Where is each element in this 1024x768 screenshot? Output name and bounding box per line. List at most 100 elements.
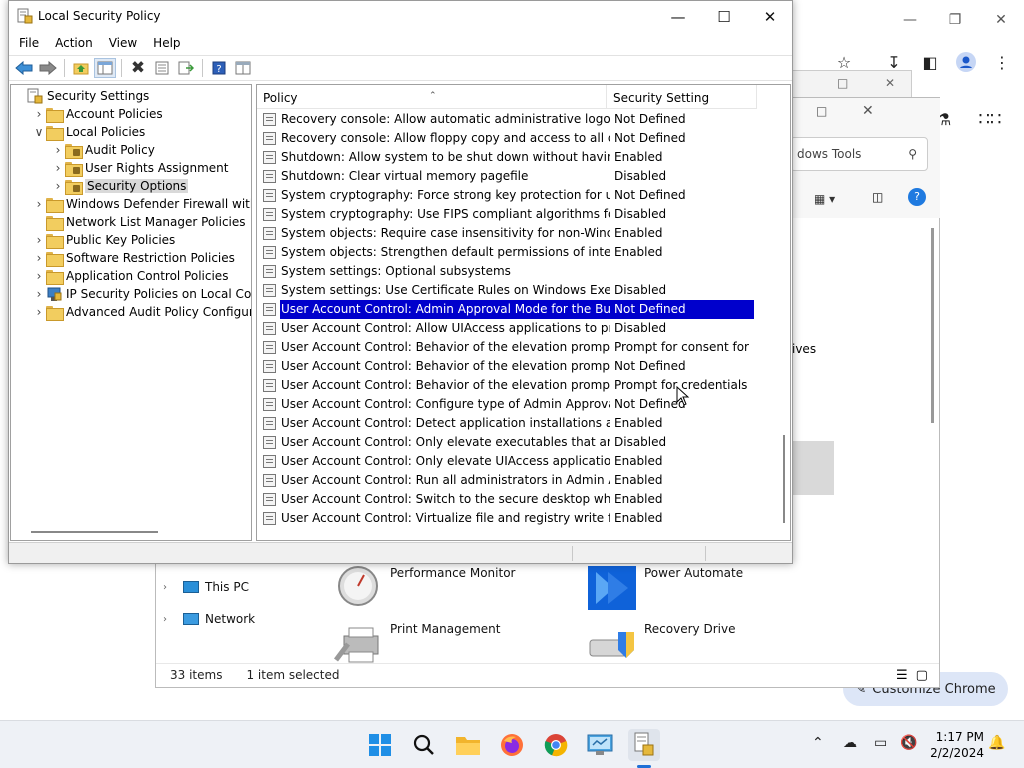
notification-bell-icon[interactable]: 🔔 bbox=[988, 735, 1005, 751]
policy-row[interactable]: Recovery console: Allow automatic admini… bbox=[263, 110, 754, 129]
show-hide-tree-icon[interactable] bbox=[94, 58, 116, 78]
tree-item[interactable]: Network List Manager Policies bbox=[32, 213, 246, 231]
profile-avatar-icon[interactable] bbox=[952, 48, 980, 76]
policy-row[interactable]: System objects: Strengthen default permi… bbox=[263, 243, 754, 262]
tree-item[interactable]: › Security Options bbox=[51, 177, 189, 195]
tree-item[interactable]: › Application Control Policies bbox=[32, 267, 228, 285]
policy-row[interactable]: System cryptography: Use FIPS compliant … bbox=[263, 205, 754, 224]
policy-row[interactable]: User Account Control: Switch to the secu… bbox=[263, 490, 754, 509]
start-icon[interactable] bbox=[364, 729, 396, 761]
policy-row[interactable]: User Account Control: Admin Approval Mod… bbox=[263, 300, 754, 319]
policy-row[interactable]: System settings: Optional subsystems bbox=[263, 262, 754, 281]
policy-row[interactable]: Recovery console: Allow floppy copy and … bbox=[263, 129, 754, 148]
policy-list[interactable]: ⌃ Policy Security Setting Recovery conso… bbox=[256, 84, 791, 541]
column-header-policy[interactable]: ⌃ Policy bbox=[257, 85, 607, 109]
chevron-right-icon[interactable]: › bbox=[32, 287, 46, 301]
system-clock[interactable]: 1:17 PM 2/2/2024 bbox=[928, 729, 984, 761]
help-book-icon[interactable]: ? bbox=[208, 58, 230, 78]
tree-item[interactable]: ∨ Local Policies bbox=[32, 123, 145, 141]
help-icon[interactable]: ? bbox=[908, 188, 926, 206]
vertical-scrollbar[interactable] bbox=[779, 85, 790, 540]
windows-tools-search-box[interactable]: dows Tools ⚲ bbox=[790, 137, 928, 171]
details-view-icon[interactable]: ☰ bbox=[896, 668, 908, 683]
nav-item-this-pc[interactable]: › This PC bbox=[163, 571, 343, 603]
chevron-right-icon[interactable]: › bbox=[32, 233, 46, 247]
tree-item[interactable]: › User Rights Assignment bbox=[51, 159, 228, 177]
chevron-right-icon[interactable]: › bbox=[51, 179, 65, 193]
properties-icon[interactable] bbox=[151, 58, 173, 78]
tree-item[interactable]: › IP Security Policies on Local Compute bbox=[32, 285, 251, 303]
chevron-right-icon[interactable]: › bbox=[32, 197, 46, 211]
chrome-menu-icon[interactable]: ⋮ bbox=[988, 48, 1016, 76]
chevron-down-icon[interactable]: ∨ bbox=[32, 125, 46, 139]
tree-item[interactable]: › Software Restriction Policies bbox=[32, 249, 235, 267]
local-security-policy-taskbar-icon[interactable] bbox=[628, 729, 660, 761]
minimize-button[interactable]: — bbox=[655, 1, 701, 32]
tile-performance-monitor[interactable]: Performance Monitor bbox=[334, 566, 515, 610]
search-icon[interactable] bbox=[408, 729, 440, 761]
forward-arrow-icon[interactable] bbox=[37, 58, 59, 78]
policy-row[interactable]: System objects: Require case insensitivi… bbox=[263, 224, 754, 243]
side-panel-icon[interactable]: ◧ bbox=[916, 48, 944, 76]
chrome-minimize-button[interactable]: — bbox=[887, 5, 933, 35]
chevron-right-icon[interactable]: › bbox=[32, 251, 46, 265]
chevron-right-icon[interactable]: › bbox=[51, 161, 65, 175]
policy-row[interactable]: User Account Control: Only elevate UIAcc… bbox=[263, 452, 754, 471]
display-icon[interactable]: ▭ bbox=[874, 735, 887, 751]
menu-help[interactable]: Help bbox=[145, 32, 188, 54]
mmc-view-icon[interactable] bbox=[232, 58, 254, 78]
control-panel-icon[interactable] bbox=[584, 729, 616, 761]
policy-row[interactable]: System cryptography: Force strong key pr… bbox=[263, 186, 754, 205]
nav-item-network[interactable]: › Network bbox=[163, 603, 343, 635]
policy-row[interactable]: User Account Control: Allow UIAccess app… bbox=[263, 319, 754, 338]
tree-item[interactable]: › Public Key Policies bbox=[32, 231, 175, 249]
chevron-right-icon[interactable]: › bbox=[32, 107, 46, 121]
policy-row[interactable]: User Account Control: Detect application… bbox=[263, 414, 754, 433]
chevron-right-icon[interactable]: › bbox=[51, 143, 65, 157]
policy-row[interactable]: Shutdown: Allow system to be shut down w… bbox=[263, 148, 754, 167]
tile-print-management[interactable]: Print Management bbox=[334, 622, 500, 666]
menu-action[interactable]: Action bbox=[47, 32, 101, 54]
volume-muted-icon[interactable]: 🔇 bbox=[900, 735, 917, 751]
export-list-icon[interactable] bbox=[175, 58, 197, 78]
up-folder-icon[interactable] bbox=[70, 58, 92, 78]
windows-tools-restore-button[interactable]: □ bbox=[816, 104, 827, 118]
tiles-view-icon[interactable]: ▢ bbox=[916, 668, 928, 683]
column-header-security-setting[interactable]: Security Setting bbox=[607, 85, 757, 109]
policy-row[interactable]: User Account Control: Behavior of the el… bbox=[263, 357, 754, 376]
policy-row[interactable]: User Account Control: Virtualize file an… bbox=[263, 509, 754, 528]
view-options-icon[interactable]: ▦ ▾ bbox=[814, 192, 835, 206]
policy-row[interactable]: User Account Control: Behavior of the el… bbox=[263, 338, 754, 357]
chevron-right-icon[interactable]: › bbox=[32, 269, 46, 283]
policy-row[interactable]: User Account Control: Run all administra… bbox=[263, 471, 754, 490]
chrome-restore-button[interactable]: ❐ bbox=[932, 5, 978, 35]
preview-pane-icon[interactable]: ◫ bbox=[872, 190, 883, 204]
vertical-scrollbar-thumb[interactable] bbox=[783, 435, 785, 523]
tree-item[interactable]: › Advanced Audit Policy Configuration bbox=[32, 303, 251, 321]
chrome-icon[interactable] bbox=[540, 729, 572, 761]
tree-horizontal-scrollbar[interactable] bbox=[31, 531, 158, 533]
file-explorer-icon[interactable] bbox=[452, 729, 484, 761]
policy-row[interactable]: User Account Control: Only elevate execu… bbox=[263, 433, 754, 452]
menu-file[interactable]: File bbox=[11, 32, 47, 54]
policy-row[interactable]: System settings: Use Certificate Rules o… bbox=[263, 281, 754, 300]
chrome-close-button[interactable]: ✕ bbox=[978, 5, 1024, 35]
close-button[interactable]: ✕ bbox=[747, 1, 793, 32]
tree-item[interactable]: › Windows Defender Firewall with Adva bbox=[32, 195, 251, 213]
delete-icon[interactable]: ✖ bbox=[127, 58, 149, 78]
firefox-icon[interactable] bbox=[496, 729, 528, 761]
chevron-up-icon[interactable]: ⌃ bbox=[812, 735, 824, 751]
back-arrow-icon[interactable] bbox=[13, 58, 35, 78]
windows-tools-close-button[interactable]: ✕ bbox=[862, 103, 874, 119]
apps-grid-icon[interactable]: ∷∷ bbox=[976, 105, 1004, 133]
title-bar[interactable]: Local Security Policy — ☐ ✕ bbox=[9, 1, 792, 32]
windows-tools-scrollbar[interactable] bbox=[931, 228, 934, 423]
tree-item[interactable]: › Account Policies bbox=[32, 105, 163, 123]
tile-power-automate[interactable]: Power Automate bbox=[588, 566, 743, 610]
chevron-right-icon[interactable]: › bbox=[32, 305, 46, 319]
network-disconnected-icon[interactable]: ☁ bbox=[843, 735, 857, 751]
maximize-button[interactable]: ☐ bbox=[701, 1, 747, 32]
tree-item[interactable]: › Audit Policy bbox=[51, 141, 155, 159]
tree-item[interactable]: Security Settings bbox=[13, 87, 149, 105]
tile-recovery-drive[interactable]: Recovery Drive bbox=[588, 622, 735, 666]
